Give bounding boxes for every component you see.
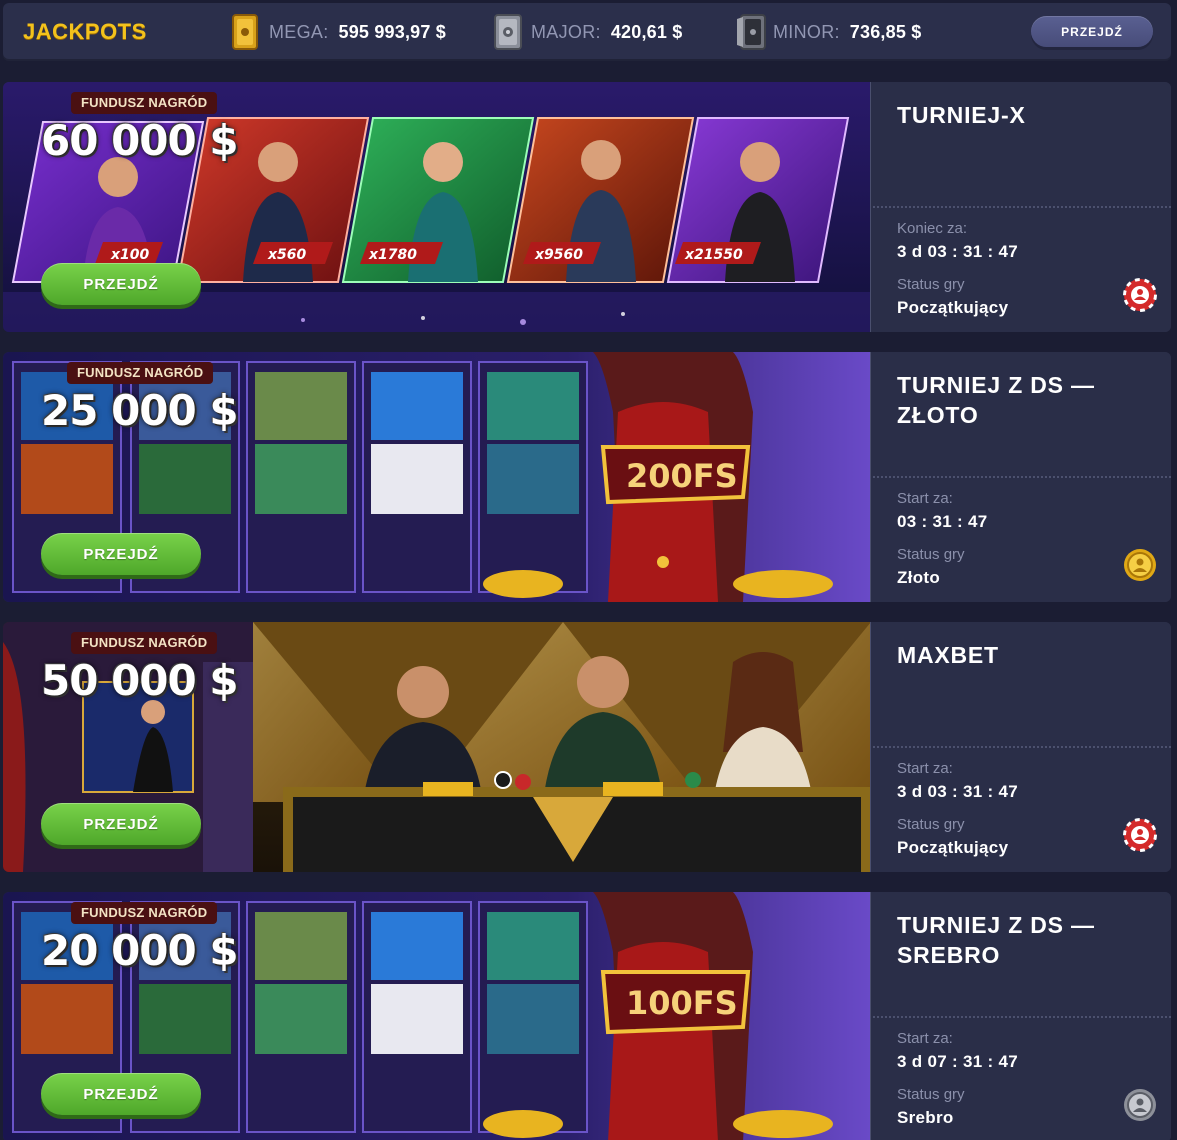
tournament-title: TURNIEJ Z DS — ZŁOTO <box>897 372 1095 428</box>
tournament-card: FUNDUSZ NAGRÓD 50 000 $ PRZEJDŹ MAXBET S… <box>3 622 1171 872</box>
jackpot-mega-value: 595 993,97 $ <box>338 21 447 42</box>
tournament-info: MAXBET Start za: 3 d 03 : 31 : 47 Status… <box>873 622 1171 872</box>
prize-fund-amount: 25 000 $ <box>41 386 239 435</box>
tournament-title: TURNIEJ Z DS — SREBRO <box>897 912 1095 968</box>
divider <box>873 746 1171 748</box>
tournament-go-button[interactable]: PRZEJDŹ <box>41 533 201 575</box>
multiplier-label: x1780 <box>368 247 417 263</box>
gold-safe-icon <box>231 13 259 51</box>
tournament-title: TURNIEJ-X <box>897 102 1026 128</box>
jackpot-bar: JACKPOTS MEGA: 595 993,97 $ MAJOR: 420,6… <box>3 3 1171 61</box>
multiplier-label: x100 <box>110 247 150 263</box>
multiplier-label: x560 <box>267 247 307 263</box>
tournament-info: TURNIEJ Z DS — SREBRO Start za: 3 d 07 :… <box>873 892 1171 1140</box>
jackpots-title: JACKPOTS <box>23 19 147 44</box>
tournament-card: x100 x560 x1780 x9560 x21550 FUNDUSZ NAG… <box>3 82 1171 332</box>
silver-badge-icon <box>1124 1089 1156 1121</box>
time-value: 3 d 07 : 31 : 47 <box>897 1052 1019 1071</box>
status-value: Złoto <box>897 568 941 587</box>
jackpot-major-label: MAJOR: <box>531 21 601 42</box>
free-spins-sign: 100FS <box>626 984 738 1022</box>
multiplier-label: x9560 <box>534 247 583 263</box>
status-value: Początkujący <box>897 838 1009 857</box>
prize-fund-amount: 20 000 $ <box>41 926 239 975</box>
red-chip-icon <box>1123 278 1157 312</box>
jackpot-major-value: 420,61 $ <box>610 21 683 42</box>
time-label: Start za: <box>897 1030 953 1047</box>
jackpots-go-button[interactable]: PRZEJDŹ <box>1031 16 1153 47</box>
tournament-banner[interactable]: FUNDUSZ NAGRÓD 50 000 $ PRZEJDŹ <box>3 622 871 872</box>
multiplier-label: x21550 <box>684 247 743 263</box>
tournament-title: MAXBET <box>897 642 999 668</box>
status-label: Status gry <box>897 1086 965 1103</box>
jackpot-mega-label: MEGA: <box>269 21 329 42</box>
status-label: Status gry <box>897 276 965 293</box>
tournament-info: TURNIEJ Z DS — ZŁOTO Start za: 03 : 31 :… <box>873 352 1171 602</box>
time-label: Start za: <box>897 490 953 507</box>
free-spins-sign: 200FS <box>626 457 738 495</box>
prize-fund-label: FUNDUSZ NAGRÓD <box>71 902 218 924</box>
jackpot-minor-label: MINOR: <box>773 21 840 42</box>
divider <box>873 476 1171 478</box>
time-value: 3 d 03 : 31 : 47 <box>897 242 1019 261</box>
status-value: Srebro <box>897 1108 954 1127</box>
status-value: Początkujący <box>897 298 1009 317</box>
red-chip-icon <box>1123 818 1157 852</box>
time-value: 03 : 31 : 47 <box>897 512 988 531</box>
open-safe-icon <box>735 13 766 51</box>
prize-fund-label: FUNDUSZ NAGRÓD <box>71 632 218 654</box>
gold-badge-icon <box>1124 549 1156 581</box>
time-value: 3 d 03 : 31 : 47 <box>897 782 1019 801</box>
tournament-go-button[interactable]: PRZEJDŹ <box>41 1073 201 1115</box>
jackpot-minor: MINOR: 736,85 $ <box>735 12 921 52</box>
prize-fund-amount: 50 000 $ <box>41 656 239 705</box>
tournament-card: 200FS FUNDUSZ NAGRÓD 25 000 $ PRZEJDŹ TU… <box>3 352 1171 602</box>
divider <box>873 206 1171 208</box>
status-label: Status gry <box>897 546 965 563</box>
jackpot-minor-value: 736,85 $ <box>849 21 922 42</box>
time-label: Koniec za: <box>897 220 968 237</box>
tournament-card: 100FS FUNDUSZ NAGRÓD 20 000 $ PRZEJDŹ TU… <box>3 892 1171 1140</box>
time-label: Start za: <box>897 760 953 777</box>
tournament-banner[interactable]: x100 x560 x1780 x9560 x21550 FUNDUSZ NAG… <box>3 82 871 332</box>
tournament-go-button[interactable]: PRZEJDŹ <box>41 263 201 305</box>
jackpot-major: MAJOR: 420,61 $ <box>493 12 682 52</box>
prize-fund-label: FUNDUSZ NAGRÓD <box>71 92 218 114</box>
silver-safe-icon <box>493 13 522 51</box>
status-label: Status gry <box>897 816 965 833</box>
jackpot-mega: MEGA: 595 993,97 $ <box>231 12 446 52</box>
divider <box>873 1016 1171 1018</box>
prize-fund-amount: 60 000 $ <box>41 116 239 165</box>
prize-fund-label: FUNDUSZ NAGRÓD <box>67 362 214 384</box>
tournament-banner[interactable]: 200FS FUNDUSZ NAGRÓD 25 000 $ PRZEJDŹ <box>3 352 871 602</box>
tournament-banner[interactable]: 100FS FUNDUSZ NAGRÓD 20 000 $ PRZEJDŹ <box>3 892 871 1140</box>
tournament-info: TURNIEJ-X Koniec za: 3 d 03 : 31 : 47 St… <box>873 82 1171 332</box>
tournament-go-button[interactable]: PRZEJDŹ <box>41 803 201 845</box>
